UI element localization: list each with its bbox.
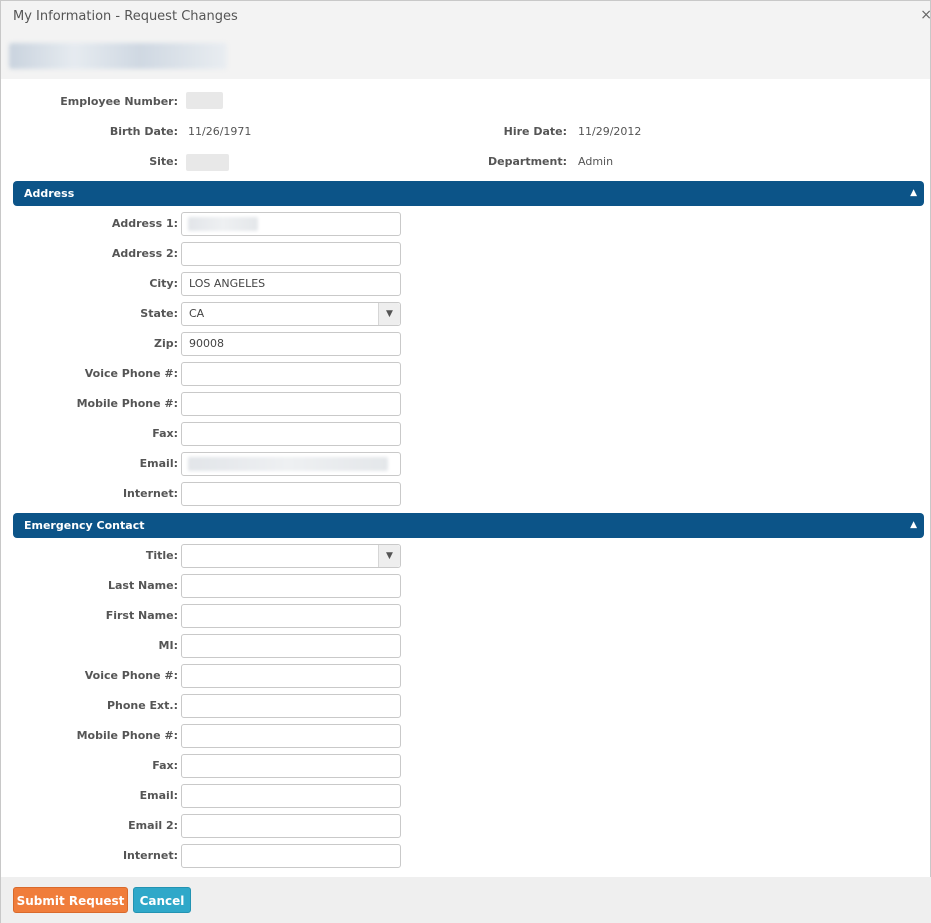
state-select-value: CA xyxy=(189,307,205,320)
ec-internet-input[interactable] xyxy=(181,844,401,868)
dialog-title: My Information - Request Changes xyxy=(13,9,238,24)
ec-mi-label: MI: xyxy=(158,639,178,652)
state-label: State: xyxy=(140,307,178,320)
ec-email-input[interactable] xyxy=(181,784,401,808)
ec-fax-label: Fax: xyxy=(152,759,178,772)
collapse-caret-icon[interactable]: ▲ xyxy=(910,181,917,206)
ec-mobile-phone-input[interactable] xyxy=(181,724,401,748)
chevron-down-icon[interactable]: ▼ xyxy=(378,303,400,325)
ec-title-select[interactable]: ▼ xyxy=(181,544,401,568)
ec-last-name-input[interactable] xyxy=(181,574,401,598)
email-input[interactable] xyxy=(181,452,401,476)
ec-first-name-input[interactable] xyxy=(181,604,401,628)
ec-internet-label: Internet: xyxy=(122,849,178,862)
department-value: Admin xyxy=(578,155,614,168)
city-input[interactable]: LOS ANGELES xyxy=(181,272,401,296)
zip-label: Zip: xyxy=(153,337,178,350)
ec-mobile-phone-label: Mobile Phone #: xyxy=(76,729,178,742)
ec-voice-phone-label: Voice Phone #: xyxy=(84,669,178,682)
employee-name-band xyxy=(1,33,930,79)
dialog-footer: Submit Request Cancel xyxy=(1,877,931,923)
ec-voice-phone-input[interactable] xyxy=(181,664,401,688)
collapse-caret-icon[interactable]: ▲ xyxy=(910,513,917,538)
mobile-phone-input[interactable] xyxy=(181,392,401,416)
employee-number-redacted xyxy=(186,92,223,109)
employee-number-label: Employee Number: xyxy=(60,95,178,108)
ec-last-name-label: Last Name: xyxy=(107,579,178,592)
fax-input[interactable] xyxy=(181,422,401,446)
submit-request-button[interactable]: Submit Request xyxy=(13,887,128,913)
request-changes-dialog: My Information - Request Changes × Emplo… xyxy=(0,0,931,923)
ec-email2-label: Email 2: xyxy=(128,819,178,832)
address-section-header[interactable]: Address ▲ xyxy=(13,181,924,206)
chevron-down-icon[interactable]: ▼ xyxy=(378,545,400,567)
close-icon[interactable]: × xyxy=(920,7,931,23)
voice-phone-input[interactable] xyxy=(181,362,401,386)
ec-mi-input[interactable] xyxy=(181,634,401,658)
dialog-titlebar: My Information - Request Changes × xyxy=(1,1,931,33)
address1-redacted xyxy=(188,217,258,231)
internet-input[interactable] xyxy=(181,482,401,506)
state-select[interactable]: CA ▼ xyxy=(181,302,401,326)
address2-label: Address 2: xyxy=(111,247,178,260)
birth-date-label: Birth Date: xyxy=(109,125,178,138)
emergency-section-title: Emergency Contact xyxy=(24,519,145,532)
ec-phone-ext-input[interactable] xyxy=(181,694,401,718)
ec-first-name-label: First Name: xyxy=(105,609,178,622)
city-label: City: xyxy=(149,277,178,290)
birth-date-value: 11/26/1971 xyxy=(188,125,252,138)
zip-input[interactable]: 90008 xyxy=(181,332,401,356)
emergency-section-header[interactable]: Emergency Contact ▲ xyxy=(13,513,924,538)
cancel-button[interactable]: Cancel xyxy=(133,887,191,913)
employee-name-redacted xyxy=(9,43,227,69)
ec-title-label: Title: xyxy=(145,549,178,562)
address1-input[interactable] xyxy=(181,212,401,236)
ec-email-label: Email: xyxy=(139,789,178,802)
email-label: Email: xyxy=(139,457,178,470)
address1-label: Address 1: xyxy=(111,217,178,230)
fax-label: Fax: xyxy=(152,427,178,440)
email-redacted xyxy=(188,457,388,471)
site-label: Site: xyxy=(149,155,178,168)
hire-date-value: 11/29/2012 xyxy=(578,125,642,138)
hire-date-label: Hire Date: xyxy=(503,125,567,138)
internet-label: Internet: xyxy=(122,487,178,500)
mobile-phone-label: Mobile Phone #: xyxy=(76,397,178,410)
site-redacted xyxy=(186,154,229,171)
department-label: Department: xyxy=(488,155,567,168)
address2-input[interactable] xyxy=(181,242,401,266)
ec-email2-input[interactable] xyxy=(181,814,401,838)
ec-fax-input[interactable] xyxy=(181,754,401,778)
ec-phone-ext-label: Phone Ext.: xyxy=(106,699,178,712)
address-section-title: Address xyxy=(24,187,75,200)
voice-phone-label: Voice Phone #: xyxy=(84,367,178,380)
